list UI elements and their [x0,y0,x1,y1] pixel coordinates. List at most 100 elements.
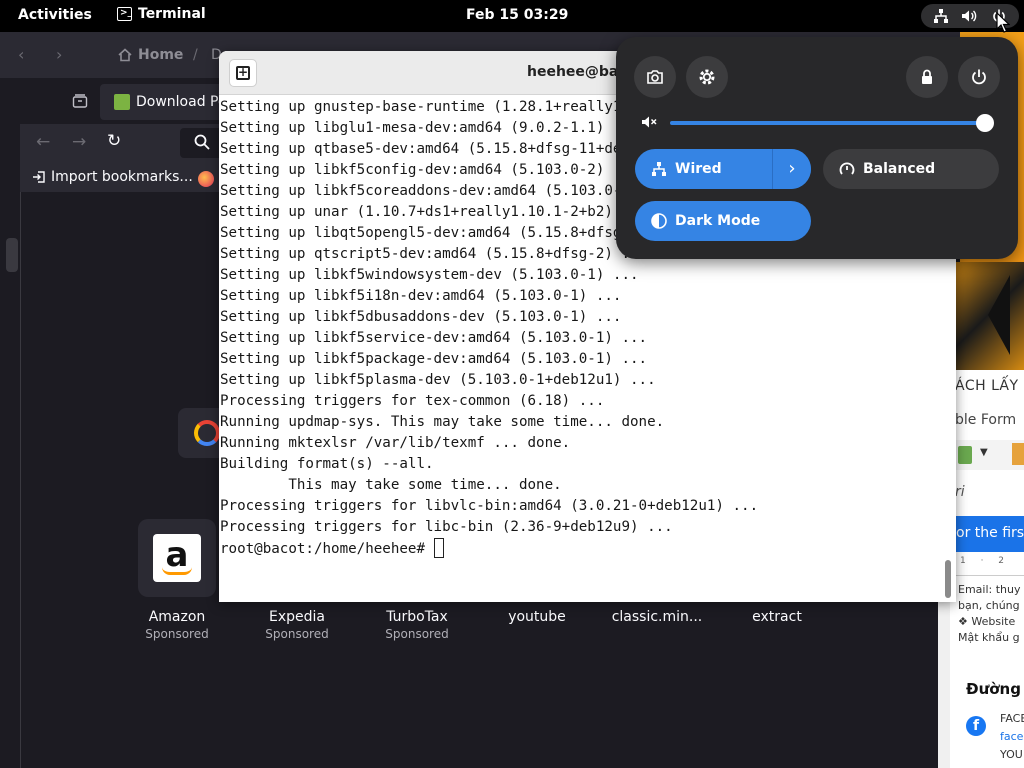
terminal-app-icon: >_ [117,7,132,21]
terminal-line: Setting up libkf5service-dev:amd64 (5.10… [220,330,648,346]
camera-icon [647,70,663,84]
clock[interactable]: Feb 15 03:29 [466,7,568,23]
list-all-tabs-icon[interactable] [72,93,88,109]
document-title: ÁCH LẤY M [955,378,1024,394]
power-off-button[interactable] [958,56,1000,98]
fb-link[interactable]: faceb [1000,728,1024,746]
terminal-line: Processing triggers for tex-common (6.18… [220,393,605,409]
document-heading: Đường l [966,680,1024,698]
font-name-field[interactable]: ri [955,484,965,500]
power-icon [972,69,986,85]
shortcut-name: classic.min... [611,609,703,625]
terminal-line: Processing triggers for libc-bin (2.36-9… [220,519,673,535]
gear-icon [699,69,715,85]
ruler: 1 · 2 [950,556,1024,576]
ribbon-tabs[interactable]: ble Form [955,412,1016,428]
wired-menu-arrow[interactable]: › [772,149,811,189]
terminal-line: Processing triggers for libvlc-bin:amd64… [220,498,759,514]
doc-line: bạn, chúng [958,599,1020,612]
terminal-line: Running updmap-sys. This may take some t… [220,414,665,430]
terminal-line: Setting up libkf5i18n-dev:amd64 (5.103.0… [220,288,622,304]
shortcut-name: Amazon [148,609,206,625]
import-icon [33,171,45,183]
doc-line: Email: thuy [958,583,1021,596]
network-wired-icon [652,162,666,176]
top-panel: Activities >_ Terminal Feb 15 03:29 [0,0,1024,32]
doc-line: ❖ Website [958,615,1016,628]
google-logo-icon [194,420,220,446]
shortcut-sponsored: Sponsored [145,627,209,641]
breadcrumb-separator: / [193,47,198,63]
header-arrow-graphic [960,275,1010,355]
back-arrow-icon[interactable]: ← [36,132,50,152]
search-icon [194,134,210,150]
window-edge-handle [6,238,18,272]
breadcrumb-home-label: Home [138,47,184,63]
terminal-line: Setting up libkf5windowsystem-dev (5.103… [220,267,639,283]
import-bookmarks-link[interactable]: Import bookmarks... [32,169,193,185]
wired-label: Wired [675,161,722,177]
fb-label: FACE [1000,712,1024,725]
volume-muted-icon[interactable] [640,113,658,131]
breadcrumb-home[interactable]: Home [118,47,183,63]
terminal-prompt-line[interactable]: root@bacot:/home/heehee# [220,538,940,560]
shortcut-tile[interactable]: a [138,519,216,597]
facebook-icon: f [966,716,986,736]
home-icon [118,48,132,62]
lock-icon [922,69,932,84]
dark-mode-icon [651,213,667,229]
gauge-icon [839,162,855,175]
shortcut-name: Expedia [269,609,325,625]
terminal-line: Running mktexlsr /var/lib/texmf ... done… [220,435,571,451]
paste-icon[interactable] [958,446,972,464]
import-bookmarks-label: Import bookmarks... [51,169,193,185]
chevron-right-icon: › [788,158,796,179]
app-menu[interactable]: >_ Terminal [117,6,206,22]
chevron-down-icon[interactable]: ▼ [980,447,988,458]
shortcut-sponsored: Sponsored [385,627,449,641]
new-tab-icon: + [236,65,250,80]
terminal-line: Setting up libkf5plasma-dev (5.103.0-1+d… [220,372,656,388]
lock-screen-button[interactable] [906,56,948,98]
youtube-label: YOU [1000,748,1023,761]
reload-icon[interactable]: ↻ [107,131,121,151]
facebook-link-text: FACE faceb YOU [1000,710,1024,764]
dark-mode-toggle[interactable]: Dark Mode [635,201,811,241]
format-painter-icon[interactable] [1012,443,1024,465]
shortcut-name: TurboTax [386,609,448,625]
firefox-tab[interactable]: Download Pe [100,84,230,120]
terminal-prompt: root@bacot:/home/heehee# [220,541,434,557]
back-nav-icon[interactable]: ‹ [18,45,24,64]
terminal-line: This may take some time... done. [220,477,562,493]
volume-slider-handle[interactable] [976,114,994,132]
forward-nav-icon[interactable]: › [56,45,62,64]
volume-icon [962,10,977,22]
power-mode-label: Balanced [863,161,936,177]
volume-slider-track[interactable] [670,121,984,125]
terminal-cursor [433,538,444,558]
app-menu-label: Terminal [138,6,206,22]
dark-mode-label: Dark Mode [675,213,761,229]
terminal-line: Building format(s) --all. [220,456,434,472]
info-banner: or the first t [950,516,1024,552]
settings-button[interactable] [686,56,728,98]
terminal-line: Setting up libkf5package-dev:amd64 (5.10… [220,351,648,367]
firefox-icon[interactable] [198,171,214,187]
forward-arrow-icon[interactable]: → [72,132,86,152]
shortcut-sponsored: Sponsored [265,627,329,641]
new-tab-button[interactable]: + [229,59,257,87]
network-wired-icon [934,9,949,23]
terminal-scroll-thumb[interactable] [945,560,951,598]
tab-title: Download Pe [136,94,227,110]
terminal-line: Setting up libkf5dbusaddons-dev (5.103.0… [220,309,622,325]
power-mode-toggle[interactable]: Balanced [823,149,999,189]
doc-line: Mật khẩu g [958,631,1020,644]
document-text: Email: thuy bạn, chúng ❖ Website Mật khẩ… [958,582,1024,646]
activities-button[interactable]: Activities [18,7,92,23]
tab-favicon-icon [114,94,130,110]
amazon-smile-icon [162,567,192,575]
document-scrollbar[interactable] [938,600,950,768]
screenshot-button[interactable] [634,56,676,98]
shortcut-name: extract [752,609,802,625]
shortcut-name: youtube [508,609,566,625]
